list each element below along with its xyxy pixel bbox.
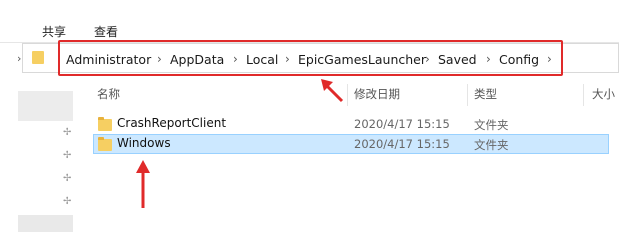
- column-divider[interactable]: [467, 84, 468, 106]
- pin-icon: ✢: [63, 196, 72, 207]
- breadcrumb-separator[interactable]: ›: [425, 52, 430, 66]
- nav-pane-blurred: [18, 215, 73, 232]
- red-arrow-icon: [318, 76, 348, 106]
- folder-icon: [98, 137, 112, 151]
- breadcrumb-overflow-icon[interactable]: ›: [17, 52, 21, 65]
- pin-icon: ✢: [63, 173, 72, 184]
- file-type: 文件夹: [474, 138, 509, 152]
- breadcrumb-config[interactable]: Config: [499, 52, 539, 67]
- nav-pane-blurred: [18, 91, 73, 121]
- tab-view[interactable]: 查看: [94, 23, 118, 40]
- file-name: Windows: [117, 136, 171, 150]
- breadcrumb-epicgameslauncher[interactable]: EpicGamesLauncher: [298, 52, 426, 67]
- file-modified: 2020/4/17 15:15: [354, 117, 450, 131]
- list-item-selected[interactable]: Windows 2020/4/17 15:15 文件夹: [93, 134, 609, 154]
- breadcrumb-local[interactable]: Local: [246, 52, 278, 67]
- folder-icon: [32, 51, 44, 64]
- pin-icon: ✢: [63, 127, 72, 138]
- breadcrumb-separator[interactable]: ›: [157, 52, 162, 66]
- tab-share[interactable]: 共享: [42, 23, 66, 40]
- column-header-type[interactable]: 类型: [474, 86, 497, 102]
- breadcrumb-separator[interactable]: ›: [486, 52, 491, 66]
- breadcrumb-appdata[interactable]: AppData: [170, 52, 224, 67]
- column-divider[interactable]: [583, 84, 584, 106]
- list-item[interactable]: CrashReportClient 2020/4/17 15:15 文件夹: [93, 114, 609, 134]
- column-header-name[interactable]: 名称: [97, 86, 120, 102]
- pin-icon: ✢: [63, 150, 72, 161]
- breadcrumb-saved[interactable]: Saved: [438, 52, 477, 67]
- breadcrumb-separator[interactable]: ›: [285, 52, 290, 66]
- file-name: CrashReportClient: [117, 116, 227, 130]
- folder-icon: [98, 117, 112, 131]
- red-arrow-icon: [135, 160, 151, 210]
- breadcrumb-administrator[interactable]: Administrator: [66, 52, 151, 67]
- breadcrumb-separator[interactable]: ›: [233, 52, 238, 66]
- file-modified: 2020/4/17 15:15: [354, 137, 450, 151]
- breadcrumb-separator[interactable]: ›: [547, 52, 552, 66]
- file-type: 文件夹: [474, 118, 509, 132]
- column-header-modified[interactable]: 修改日期: [354, 86, 400, 102]
- column-header-size[interactable]: 大小: [592, 86, 615, 102]
